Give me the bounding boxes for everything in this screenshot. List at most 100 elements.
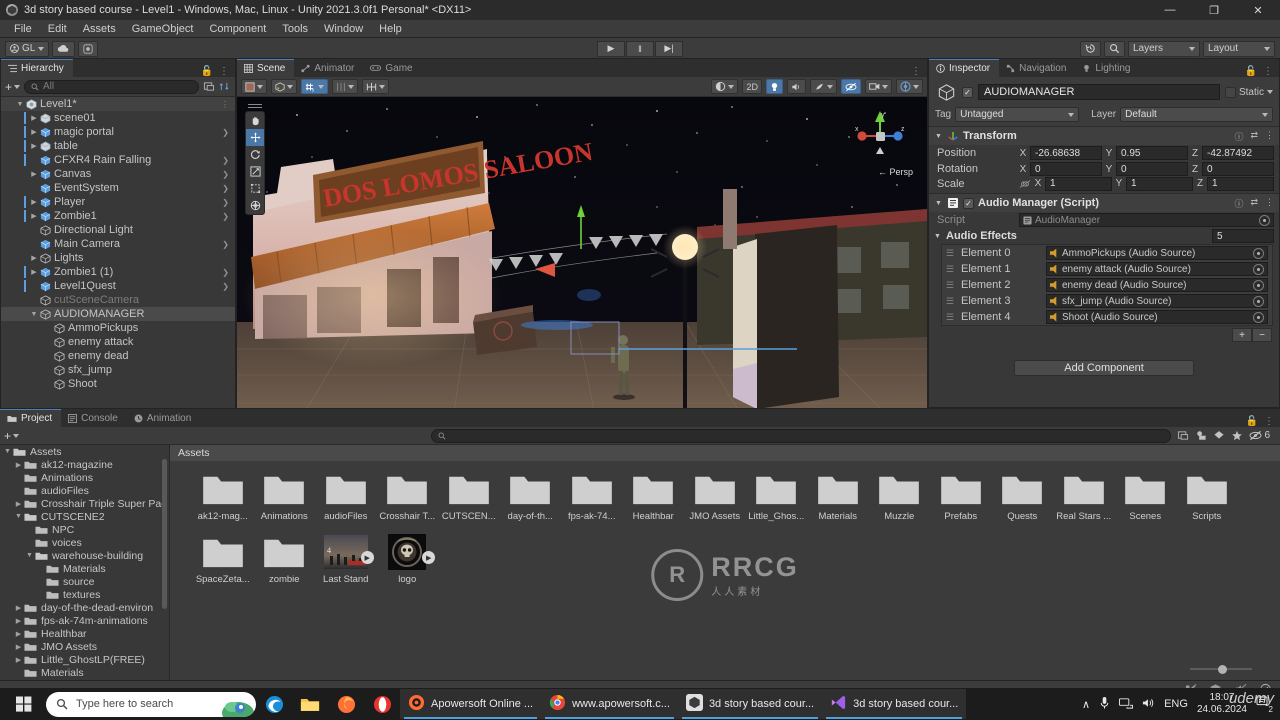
hierarchy-item-player[interactable]: ▶ Player ❯	[1, 195, 235, 209]
project-tree-item-textures[interactable]: textures	[0, 588, 169, 601]
asset-item[interactable]: Materials	[807, 471, 869, 522]
type-filter-icon[interactable]	[1195, 430, 1207, 441]
element-3-field[interactable]: sfx_jump (Audio Source)	[1046, 294, 1268, 308]
tag-dropdown[interactable]: Untagged	[955, 107, 1080, 122]
scale-link-icon[interactable]	[1019, 179, 1031, 189]
static-toggle-group[interactable]: Static	[1224, 86, 1273, 98]
shading-mode-button[interactable]	[241, 79, 267, 94]
grid-snap-button[interactable]	[362, 79, 389, 94]
tray-expand-icon[interactable]: ∧	[1082, 698, 1090, 711]
project-tree-item-audiofiles[interactable]: audioFiles	[0, 484, 169, 497]
project-tree-item-ak12-magazine[interactable]: ▶ ak12-magazine	[0, 458, 169, 471]
taskbar-firefox-icon[interactable]	[328, 688, 364, 720]
project-tree-item-npc[interactable]: NPC	[0, 523, 169, 536]
taskbar-task[interactable]: 3d story based cour...	[677, 689, 823, 719]
expand-arrow-icon[interactable]: ▶	[13, 500, 24, 508]
project-tree-item-voices[interactable]: voices	[0, 536, 169, 549]
minimize-button[interactable]: —	[1148, 0, 1192, 20]
taskbar-search-input[interactable]: Type here to search	[46, 691, 256, 717]
project-tree-item-animations[interactable]: Animations	[0, 471, 169, 484]
project-breadcrumb[interactable]: Assets	[170, 445, 1280, 461]
expand-arrow-icon[interactable]: ▶	[29, 114, 39, 122]
toggle-2d-button[interactable]: 2D	[742, 79, 762, 94]
menu-edit[interactable]: Edit	[40, 20, 75, 38]
project-tree-item-cutscene2[interactable]: ▼ CUTSCENE2	[0, 510, 169, 523]
position-x-field[interactable]: -26.68638	[1030, 146, 1102, 160]
object-picker-icon[interactable]	[1253, 295, 1264, 307]
transform-foldout-icon[interactable]: ▼	[934, 133, 943, 140]
panel-menu-icon[interactable]: ⋮	[911, 66, 921, 77]
hierarchy-item-enemy-dead[interactable]: enemy dead	[1, 349, 235, 363]
menu-assets[interactable]: Assets	[75, 20, 124, 38]
lock-icon[interactable]: 🔓	[1246, 416, 1258, 427]
chevron-right-icon[interactable]: ❯	[222, 184, 229, 193]
expand-arrow-icon[interactable]: ▶	[13, 656, 24, 664]
tool-strip-handle[interactable]	[248, 102, 262, 109]
step-button[interactable]: ▶|	[655, 40, 683, 57]
scene-lighting-toggle[interactable]	[766, 79, 783, 94]
expand-arrow-icon[interactable]: ▼	[13, 513, 24, 520]
asset-item[interactable]: Scripts	[1176, 471, 1238, 522]
hierarchy-item-level1[interactable]: ▼ Level1* ⋮	[1, 97, 235, 111]
tab-hierarchy[interactable]: Hierarchy	[1, 59, 73, 77]
tab-inspector[interactable]: Inspector	[929, 59, 1000, 77]
tab-project[interactable]: Project	[0, 409, 62, 427]
hierarchy-add-button[interactable]: +	[5, 80, 21, 94]
hierarchy-item-canvas[interactable]: ▶ Canvas ❯	[1, 167, 235, 181]
scene-camera-button[interactable]	[711, 79, 739, 94]
lock-icon[interactable]: 🔓	[1245, 66, 1257, 77]
tab-animator[interactable]: Animator	[294, 59, 364, 77]
expand-arrow-icon[interactable]: ▶	[13, 630, 24, 638]
audio-effects-foldout-icon[interactable]: ▼	[933, 233, 942, 240]
help-icon[interactable]: ⓘ	[1234, 130, 1243, 143]
hierarchy-item-zombie1-1[interactable]: ▶ Zombie1 (1) ❯	[1, 265, 235, 279]
rotate-tool-button[interactable]	[246, 146, 264, 163]
layers-dropdown[interactable]: Layers	[1128, 40, 1200, 57]
play-button[interactable]: ▶	[597, 40, 625, 57]
project-tree-item-assets[interactable]: ▼ Assets	[0, 445, 169, 458]
snap-settings-button[interactable]	[332, 79, 358, 94]
hierarchy-item-directional-light[interactable]: Directional Light	[1, 223, 235, 237]
tab-scene[interactable]: Scene	[237, 59, 295, 77]
project-search-input[interactable]	[431, 428, 1172, 443]
asset-item[interactable]: CUTSCEN...	[438, 471, 500, 522]
audio-manager-header[interactable]: ▼ ✓ Audio Manager (Script) ⓘ ⇄ ⋮	[929, 194, 1279, 212]
scene-orientation-gizmo[interactable]: x y z	[851, 107, 909, 165]
hierarchy-item-audiomanager[interactable]: ▼ AUDIOMANAGER	[1, 307, 235, 321]
expand-arrow-icon[interactable]: ▶	[13, 617, 24, 625]
start-button[interactable]	[2, 688, 46, 720]
asset-item[interactable]: Muzzle	[869, 471, 931, 522]
asset-item[interactable]: ▶ logo	[377, 534, 439, 585]
project-asset-grid[interactable]: ak12-mag... Animations audioFiles Crosshair…	[170, 461, 1280, 597]
chevron-right-icon[interactable]: ❯	[222, 212, 229, 221]
hierarchy-tree[interactable]: ▼ Level1* ⋮ ▶ scene01 ▶ magic portal ❯ ▶ table CFX…	[1, 97, 235, 409]
label-filter-icon[interactable]	[1213, 430, 1225, 441]
expand-arrow-icon[interactable]: ▼	[2, 448, 13, 455]
project-tree-item-fps-ak-74m-animations[interactable]: ▶ fps-ak-74m-animations	[0, 614, 169, 627]
audio-manager-foldout-icon[interactable]: ▼	[934, 200, 943, 207]
asset-item[interactable]: SpaceZeta...	[192, 534, 254, 585]
expand-arrow-icon[interactable]: ▼	[24, 552, 35, 559]
scale-tool-button[interactable]	[246, 163, 264, 180]
asset-item[interactable]: Crosshair T...	[377, 471, 439, 522]
taskbar-task[interactable]: Apowersoft Online ...	[400, 689, 542, 719]
project-tree-item-materials[interactable]: Materials	[0, 562, 169, 575]
component-menu-icon[interactable]: ⋮	[1265, 130, 1274, 143]
scene-camera-settings-button[interactable]	[865, 79, 892, 94]
undo-history-button[interactable]	[1080, 40, 1101, 57]
panel-menu-icon[interactable]: ⋮	[1264, 416, 1274, 427]
project-tree-item-healthbar[interactable]: ▶ Healthbar	[0, 627, 169, 640]
taskbar-task[interactable]: www.apowersoft.c...	[541, 689, 678, 719]
static-checkbox[interactable]	[1224, 86, 1236, 98]
pause-button[interactable]: ‖	[626, 40, 654, 57]
hierarchy-item-ammopickups[interactable]: AmmoPickups	[1, 321, 235, 335]
add-component-button[interactable]: Add Component	[1014, 360, 1194, 376]
chevron-right-icon[interactable]: ❯	[222, 156, 229, 165]
asset-item[interactable]: Prefabs	[930, 471, 992, 522]
chevron-right-icon[interactable]: ❯	[222, 240, 229, 249]
scale-x-field[interactable]: 1	[1045, 176, 1112, 191]
hidden-count-group[interactable]: 6	[1249, 430, 1270, 441]
tab-console[interactable]: Console	[61, 409, 127, 427]
preset-icon[interactable]: ⇄	[1250, 130, 1258, 143]
scale-y-field[interactable]: 1	[1126, 176, 1193, 191]
